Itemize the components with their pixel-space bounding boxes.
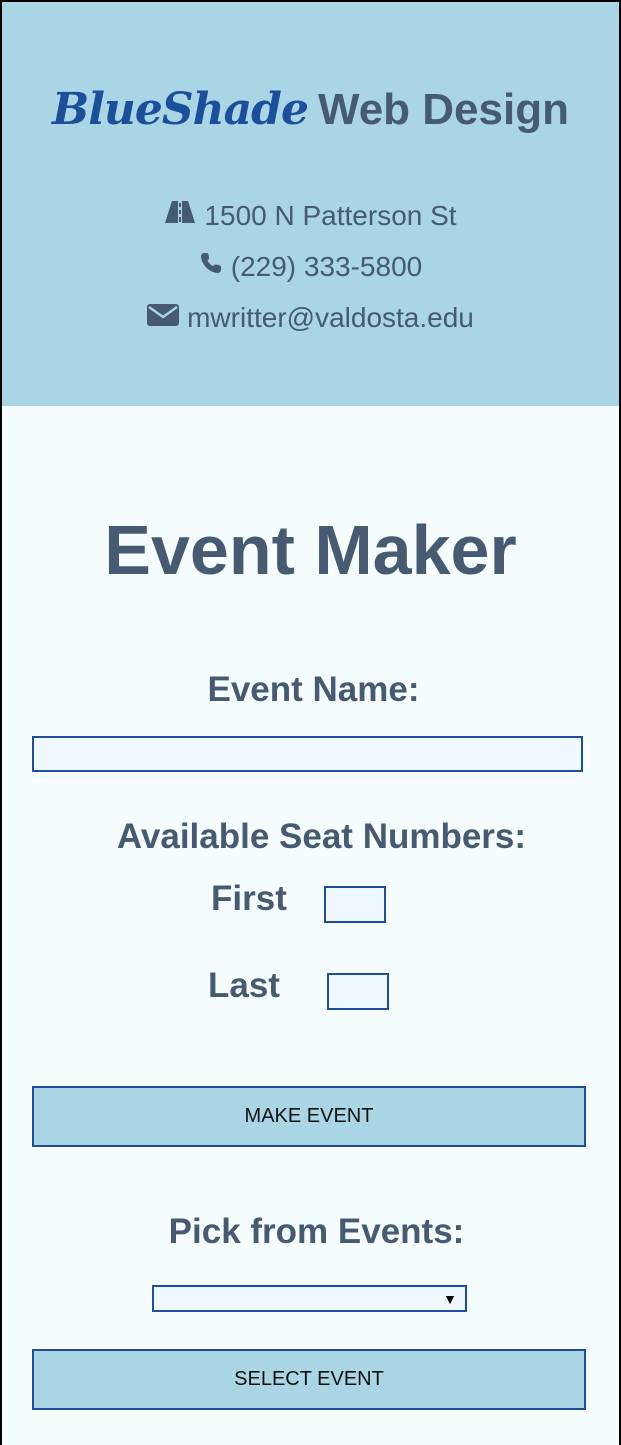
contact-email[interactable]: mwritter@valdosta.edu bbox=[2, 301, 619, 335]
select-event-button[interactable]: SELECT EVENT bbox=[32, 1349, 586, 1410]
contact-address: 1500 N Patterson St bbox=[2, 199, 619, 233]
dropdown-arrow-icon: ▼ bbox=[443, 1291, 457, 1307]
page-title: Event Maker bbox=[104, 511, 517, 589]
last-seat-input[interactable] bbox=[327, 973, 389, 1010]
email-text: mwritter@valdosta.edu bbox=[187, 302, 474, 333]
page: BlueShade Web Design 1500 N Patterson St … bbox=[2, 2, 619, 1445]
contact-phone[interactable]: (229) 333-5800 bbox=[2, 250, 619, 284]
brand-script-text: BlueShade bbox=[52, 84, 309, 135]
envelope-icon bbox=[147, 300, 180, 334]
event-name-label: Event Name: bbox=[207, 670, 420, 709]
site-header: BlueShade Web Design 1500 N Patterson St … bbox=[2, 2, 619, 406]
phone-text: (229) 333-5800 bbox=[230, 251, 423, 282]
event-name-input[interactable] bbox=[32, 736, 583, 772]
make-event-button[interactable]: MAKE EVENT bbox=[32, 1086, 586, 1147]
phone-icon bbox=[199, 249, 223, 283]
seat-numbers-label: Available Seat Numbers: bbox=[116, 817, 527, 856]
brand-rest-text: Web Design bbox=[317, 85, 569, 134]
first-seat-input[interactable] bbox=[324, 886, 386, 923]
site-brand[interactable]: BlueShade Web Design bbox=[2, 84, 619, 135]
events-select[interactable]: ▼ bbox=[152, 1285, 467, 1312]
road-icon bbox=[164, 198, 196, 232]
address-text: 1500 N Patterson St bbox=[204, 200, 457, 231]
pick-events-label: Pick from Events: bbox=[168, 1212, 465, 1251]
first-seat-label: First bbox=[211, 879, 287, 918]
last-seat-label: Last bbox=[208, 966, 280, 1005]
